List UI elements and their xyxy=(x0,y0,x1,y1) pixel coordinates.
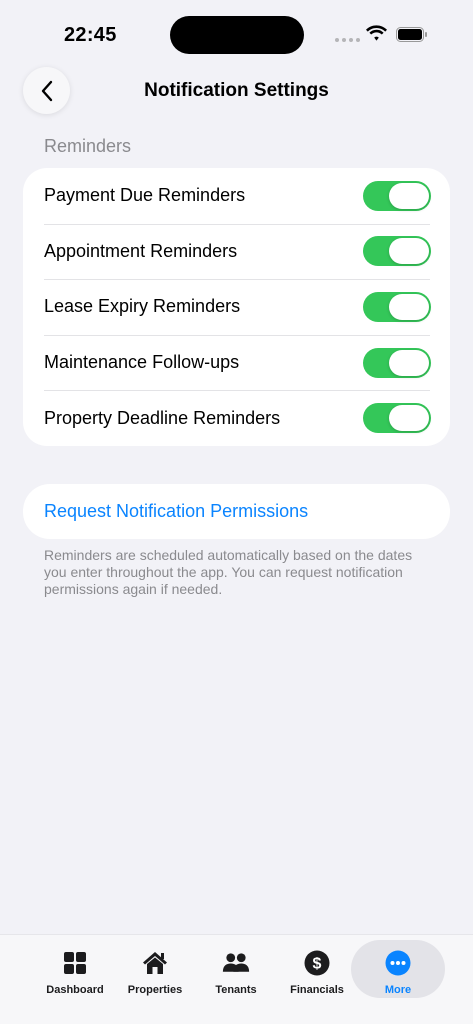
svg-text:$: $ xyxy=(313,956,322,973)
tab-tenants[interactable]: Tenants xyxy=(193,940,279,998)
battery-icon xyxy=(396,27,427,42)
reminders-card: Payment Due Reminders Appointment Remind… xyxy=(23,168,450,446)
toggle-knob xyxy=(389,182,429,209)
setting-row-maintenance: Maintenance Follow-ups xyxy=(23,334,450,391)
section-header: Reminders xyxy=(44,136,132,156)
tab-label: Financials xyxy=(290,984,344,996)
maintenance-toggle[interactable] xyxy=(363,347,431,378)
wifi-icon xyxy=(366,25,387,41)
setting-label: Lease Expiry Reminders xyxy=(44,296,241,317)
tab-more[interactable]: More xyxy=(351,940,445,998)
grid-icon xyxy=(60,948,90,978)
tab-properties[interactable]: Properties xyxy=(112,940,198,998)
tab-label: More xyxy=(384,984,412,996)
setting-row-lease-expiry: Lease Expiry Reminders xyxy=(23,279,450,335)
tab-label: Tenants xyxy=(215,984,257,996)
setting-label: Maintenance Follow-ups xyxy=(44,352,240,373)
tab-financials[interactable]: $ Financials xyxy=(274,940,360,998)
property-deadline-toggle[interactable] xyxy=(363,403,431,434)
setting-label: Property Deadline Reminders xyxy=(44,407,281,428)
setting-label: Appointment Reminders xyxy=(44,240,238,261)
lease-expiry-toggle[interactable] xyxy=(363,291,431,322)
ellipsis-icon xyxy=(383,948,413,978)
payment-due-toggle[interactable] xyxy=(363,180,431,211)
toggle-knob xyxy=(389,405,429,432)
setting-label: Payment Due Reminders xyxy=(44,185,246,206)
dynamic-island xyxy=(170,16,304,54)
tab-bar: Dashboard Properties Tenants $ Financial… xyxy=(0,934,473,1024)
tab-label: Dashboard xyxy=(46,984,104,996)
tab-label: Properties xyxy=(127,984,183,996)
page-title: Notification Settings xyxy=(144,80,329,101)
toggle-knob xyxy=(389,293,429,320)
setting-row-appointment: Appointment Reminders xyxy=(23,223,450,280)
toggle-knob xyxy=(389,238,429,265)
appointment-toggle[interactable] xyxy=(363,236,431,267)
tab-dashboard[interactable]: Dashboard xyxy=(32,940,118,998)
footer-note: Reminders are scheduled automatically ba… xyxy=(44,547,413,597)
setting-row-payment-due: Payment Due Reminders xyxy=(23,168,450,224)
house-icon xyxy=(140,948,170,978)
request-permissions-label: Request Notification Permissions xyxy=(44,501,309,521)
toggle-knob xyxy=(389,349,429,376)
status-bar: 22:45 xyxy=(0,0,473,70)
status-time: 22:45 xyxy=(64,24,117,46)
dollar-icon: $ xyxy=(302,948,332,978)
cellular-signal-icon xyxy=(335,38,360,42)
setting-row-property-deadline: Property Deadline Reminders xyxy=(23,390,450,446)
people-icon xyxy=(221,948,251,978)
request-permissions-button[interactable]: Request Notification Permissions xyxy=(23,484,450,539)
